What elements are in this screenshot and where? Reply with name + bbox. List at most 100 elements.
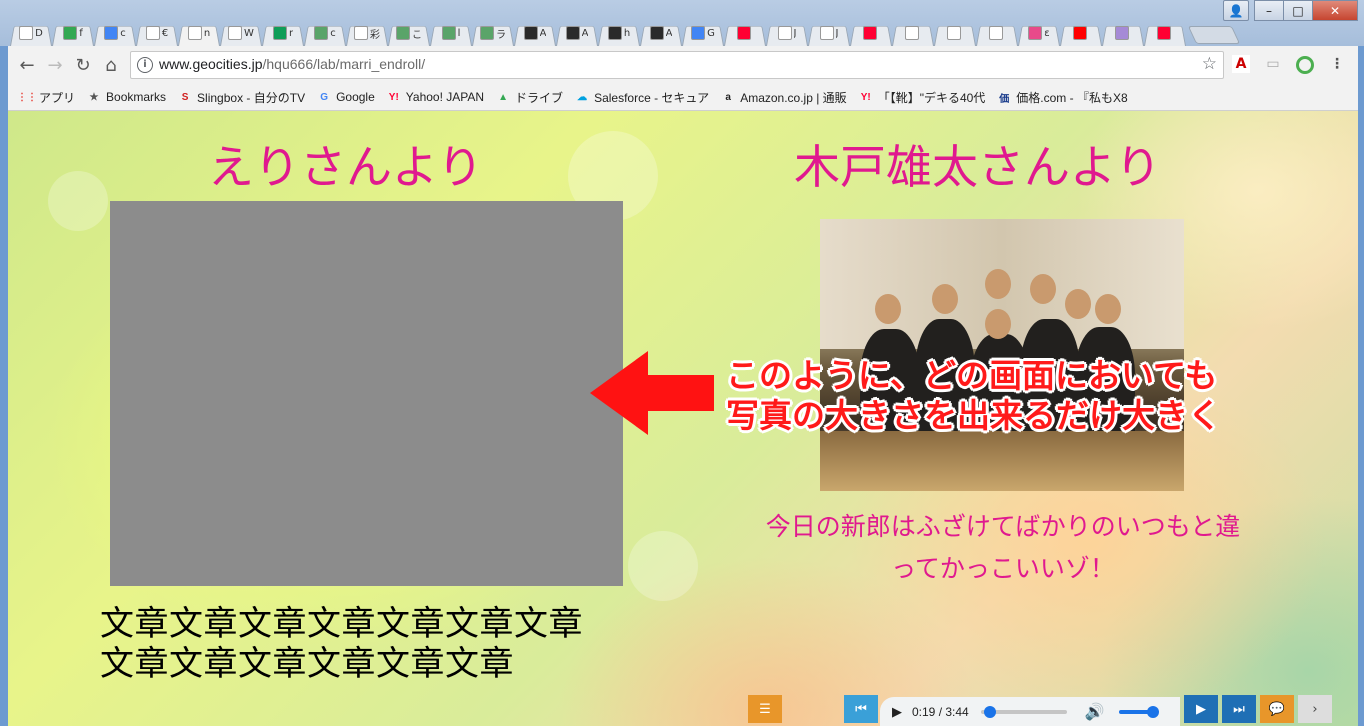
tab-19[interactable]: J bbox=[812, 20, 846, 46]
tab-list: Df c € n Wr c 彩 こ l ラ A Ah A G J Jε bbox=[14, 20, 1190, 46]
home-icon[interactable]: ⌂ bbox=[98, 52, 124, 78]
reload-icon[interactable]: ↻ bbox=[70, 52, 96, 78]
tab-20[interactable] bbox=[854, 20, 888, 46]
face bbox=[1065, 289, 1091, 319]
play-icon[interactable]: ▶ bbox=[892, 704, 902, 720]
back-arrow-icon[interactable]: ← bbox=[14, 52, 40, 78]
pdf-extension-icon[interactable]: A bbox=[1232, 55, 1250, 73]
bookmark-label: アプリ bbox=[39, 90, 76, 105]
face bbox=[985, 269, 1011, 299]
bookmark-star-icon[interactable]: ☆ bbox=[1202, 54, 1217, 74]
tab-8[interactable]: 彩 bbox=[350, 20, 384, 46]
volume-knob[interactable] bbox=[1146, 705, 1159, 718]
tab-12[interactable]: A bbox=[518, 20, 552, 46]
forward-arrow-icon[interactable]: → bbox=[42, 52, 68, 78]
playlist-button[interactable]: ☰ bbox=[748, 695, 782, 723]
face bbox=[985, 309, 1011, 339]
tab-label: c bbox=[330, 27, 336, 39]
tab-10[interactable]: l bbox=[434, 20, 468, 46]
bookmark-item[interactable]: ☁ Salesforce - セキュア bbox=[575, 89, 709, 106]
tab-6[interactable]: r bbox=[266, 20, 300, 46]
bookmark-item[interactable]: ★ Bookmarks bbox=[87, 90, 167, 104]
audio-progress-bar[interactable] bbox=[980, 705, 1067, 718]
tab-15[interactable]: A bbox=[644, 20, 678, 46]
bokeh-light bbox=[628, 531, 698, 601]
bookmark-item[interactable]: G Google bbox=[317, 90, 375, 104]
bookmark-item[interactable]: S Slingbox - 自分のTV bbox=[178, 89, 305, 106]
tab-1[interactable]: f bbox=[56, 20, 90, 46]
expand-arrow-icon[interactable]: › bbox=[1298, 695, 1332, 723]
tab-label: A bbox=[665, 27, 673, 39]
gear-icon bbox=[441, 26, 456, 40]
tab-label: D bbox=[35, 27, 43, 39]
play-button[interactable]: ▶ bbox=[1184, 695, 1218, 723]
bookmark-item[interactable]: Y! Yahoo! JAPAN bbox=[387, 90, 484, 104]
progress-knob[interactable] bbox=[984, 705, 997, 718]
bookmark-item[interactable]: Y! 「【靴】"デキる40代 bbox=[859, 89, 986, 106]
tab-25[interactable] bbox=[1064, 20, 1098, 46]
chrome-extension-icon[interactable] bbox=[1296, 56, 1314, 74]
tab-21[interactable] bbox=[896, 20, 930, 46]
tab-14[interactable]: h bbox=[602, 20, 636, 46]
profile-icon[interactable]: 👤 bbox=[1223, 0, 1249, 21]
previous-track-button[interactable]: ⏮ bbox=[844, 695, 878, 723]
wikipedia-icon bbox=[228, 26, 243, 40]
bookmark-item[interactable]: a Amazon.co.jp | 通販 bbox=[721, 89, 847, 106]
audio-player[interactable]: ▶ 0:19 / 3:44 🔊 bbox=[880, 697, 1180, 726]
left-heading: えりさんより bbox=[208, 140, 484, 194]
tab-22[interactable] bbox=[938, 20, 972, 46]
logo-icon bbox=[354, 26, 368, 40]
tab-label: f bbox=[79, 27, 83, 39]
window-controls: 👤 – □ ✕ bbox=[1223, 0, 1358, 21]
maximize-button[interactable]: □ bbox=[1283, 0, 1313, 21]
tab-label: G bbox=[707, 27, 715, 39]
tab-24[interactable]: ε bbox=[1022, 20, 1056, 46]
tab-26[interactable] bbox=[1106, 20, 1140, 46]
site-info-icon[interactable]: i bbox=[137, 57, 153, 73]
comment-button[interactable]: 💬 bbox=[1260, 695, 1294, 723]
tab-13[interactable]: A bbox=[560, 20, 594, 46]
new-tab-button[interactable] bbox=[1192, 26, 1236, 44]
yahoo-icon: Y! bbox=[860, 91, 871, 103]
face bbox=[1030, 274, 1056, 304]
tab-label: 彩 bbox=[370, 29, 380, 41]
cast-extension-icon[interactable]: ▭ bbox=[1264, 55, 1282, 73]
tab-17[interactable] bbox=[728, 20, 762, 46]
tab-label: ラ bbox=[496, 29, 506, 41]
bookmark-item[interactable]: 価価格.com - 『私もX8 bbox=[997, 89, 1127, 106]
url-text[interactable]: www.geocities.jp/hqu666/lab/marri_endrol… bbox=[159, 56, 425, 72]
body-line-1: 文章文章文章文章文章文章文章 bbox=[100, 604, 583, 644]
tab-27[interactable] bbox=[1148, 20, 1182, 46]
bookmark-label: Amazon.co.jp | 通販 bbox=[740, 90, 847, 105]
bookmark-item[interactable]: ▲ ドライブ bbox=[496, 89, 563, 106]
tab-4[interactable]: n bbox=[182, 20, 216, 46]
tab-18[interactable]: J bbox=[770, 20, 804, 46]
address-bar[interactable]: i www.geocities.jp/hqu666/lab/marri_endr… bbox=[130, 51, 1224, 79]
menu-icon[interactable]: ⋮ bbox=[1328, 55, 1346, 73]
drive-icon: ▲ bbox=[498, 91, 508, 103]
tab-16[interactable]: G bbox=[686, 20, 720, 46]
tab-0[interactable]: D bbox=[14, 20, 48, 46]
annotation-text: このように、どの画面においても 写真の大きさを出来るだけ大きく bbox=[726, 356, 1221, 436]
doc-icon bbox=[989, 26, 1003, 40]
caption-line-1: 今日の新郎はふざけてばかりのいつもと違 bbox=[765, 512, 1241, 541]
docs-icon bbox=[104, 26, 119, 40]
tab-3[interactable]: € bbox=[140, 20, 174, 46]
tab-label: h bbox=[623, 27, 631, 39]
tab-9[interactable]: こ bbox=[392, 20, 426, 46]
volume-icon[interactable]: 🔊 bbox=[1085, 702, 1105, 722]
next-track-button[interactable]: ⏭ bbox=[1222, 695, 1256, 723]
bookmark-item[interactable]: ⋮⋮ アプリ bbox=[20, 89, 75, 106]
close-window-button[interactable]: ✕ bbox=[1312, 0, 1358, 21]
tab-23[interactable] bbox=[980, 20, 1014, 46]
yahoo-icon: Y! bbox=[388, 91, 399, 103]
tab-11[interactable]: ラ bbox=[476, 20, 510, 46]
bookmark-label: 「【靴】"デキる40代 bbox=[877, 90, 986, 105]
volume-slider[interactable] bbox=[1118, 705, 1159, 718]
browser-toolbar: ← → ↻ ⌂ i www.geocities.jp/hqu666/lab/ma… bbox=[8, 46, 1358, 85]
tab-7[interactable]: c bbox=[308, 20, 342, 46]
tab-2[interactable]: c bbox=[98, 20, 132, 46]
tab-label: l bbox=[457, 27, 461, 39]
minimize-button[interactable]: – bbox=[1254, 0, 1284, 21]
tab-5[interactable]: W bbox=[224, 20, 258, 46]
